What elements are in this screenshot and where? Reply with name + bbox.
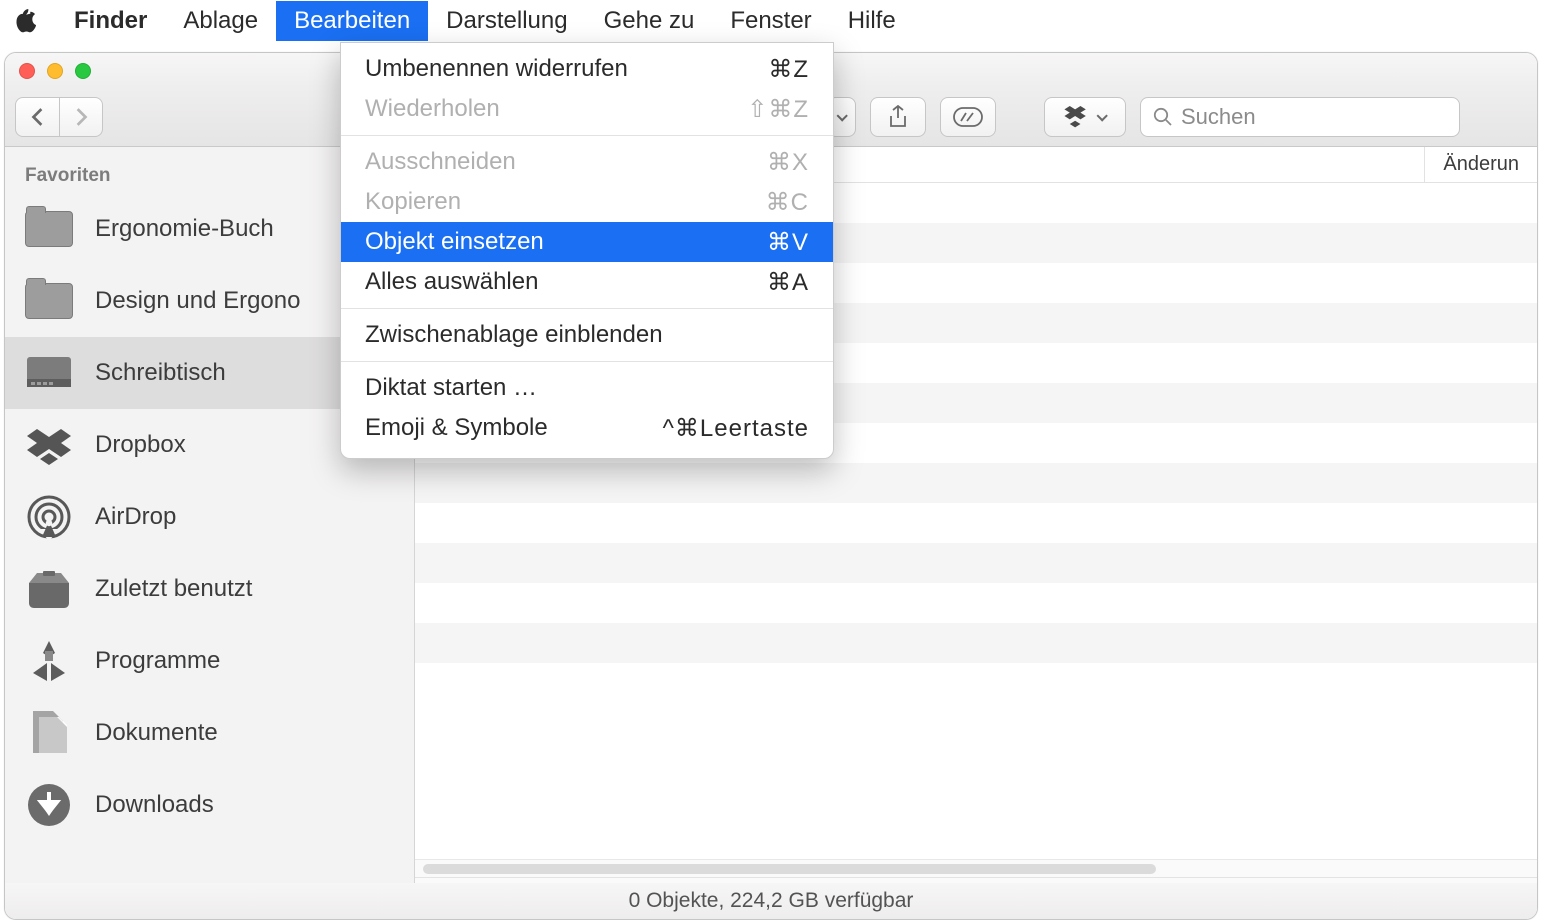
sidebar-item-label: Downloads bbox=[95, 791, 214, 819]
menu-item-label: Zwischenablage einblenden bbox=[365, 321, 809, 349]
menu-item: Wiederholen⇧⌘Z bbox=[341, 89, 833, 129]
window-controls bbox=[19, 61, 91, 79]
menu-item: Kopieren⌘C bbox=[341, 182, 833, 222]
sidebar-item[interactable]: Dokumente bbox=[5, 697, 414, 769]
menu-item: Ausschneiden⌘X bbox=[341, 142, 833, 182]
sidebar-item-label: Dropbox bbox=[95, 431, 186, 459]
minimize-button[interactable] bbox=[47, 63, 63, 79]
sidebar-item-label: Programme bbox=[95, 647, 220, 675]
menu-item-label: Objekt einsetzen bbox=[365, 228, 767, 256]
sidebar-item-label: Ergonomie-Buch bbox=[95, 215, 274, 243]
chevron-down-icon bbox=[1096, 111, 1108, 123]
sidebar-item-label: Design und Ergono bbox=[95, 287, 300, 315]
menu-view[interactable]: Darstellung bbox=[428, 1, 585, 41]
menu-item[interactable]: Objekt einsetzen⌘V bbox=[341, 222, 833, 262]
menu-item[interactable]: Diktat starten … bbox=[341, 368, 833, 408]
sidebar-item[interactable]: Programme bbox=[5, 625, 414, 697]
sidebar-item-label: Zuletzt benutzt bbox=[95, 575, 252, 603]
desktop-icon bbox=[23, 347, 75, 399]
menu-item-label: Ausschneiden bbox=[365, 148, 767, 176]
menu-item-shortcut: ⌘A bbox=[767, 268, 809, 297]
menu-file[interactable]: Ablage bbox=[165, 1, 276, 41]
downloads-icon bbox=[23, 779, 75, 831]
menu-item-shortcut: ⌘X bbox=[767, 148, 809, 177]
menu-item[interactable]: Zwischenablage einblenden bbox=[341, 315, 833, 355]
menu-separator bbox=[341, 135, 833, 136]
sidebar-item-label: Schreibtisch bbox=[95, 359, 226, 387]
airdrop-icon bbox=[23, 491, 75, 543]
menu-app-name[interactable]: Finder bbox=[56, 1, 165, 41]
forward-button[interactable] bbox=[59, 97, 103, 137]
edit-menu-dropdown: Umbenennen widerrufen⌘ZWiederholen⇧⌘ZAus… bbox=[340, 42, 834, 459]
menu-help[interactable]: Hilfe bbox=[830, 1, 914, 41]
menu-bar: Finder Ablage Bearbeiten Darstellung Geh… bbox=[0, 0, 1542, 42]
folder-icon bbox=[23, 275, 75, 327]
sidebar-item[interactable]: AirDrop bbox=[5, 481, 414, 553]
menu-separator bbox=[341, 308, 833, 309]
menu-item-label: Diktat starten … bbox=[365, 374, 809, 402]
menu-item-label: Kopieren bbox=[365, 188, 766, 216]
sidebar-item-label: AirDrop bbox=[95, 503, 176, 531]
search-placeholder: Suchen bbox=[1181, 104, 1256, 130]
share-button[interactable] bbox=[870, 97, 926, 137]
menu-item-shortcut: ⌘V bbox=[767, 228, 809, 257]
apple-menu-icon[interactable] bbox=[14, 10, 36, 32]
sidebar-item[interactable]: Downloads bbox=[5, 769, 414, 841]
dropbox-icon bbox=[23, 419, 75, 471]
nav-buttons bbox=[15, 97, 103, 137]
menu-item-label: Emoji & Symbole bbox=[365, 414, 663, 442]
dropbox-toolbar-button[interactable] bbox=[1044, 97, 1126, 137]
status-text: 0 Objekte, 224,2 GB verfügbar bbox=[629, 889, 914, 913]
chevron-down-icon bbox=[836, 111, 848, 123]
menu-go[interactable]: Gehe zu bbox=[586, 1, 713, 41]
zoom-button[interactable] bbox=[75, 63, 91, 79]
menu-item[interactable]: Emoji & Symbole^⌘Leertaste bbox=[341, 408, 833, 448]
menu-item-label: Umbenennen widerrufen bbox=[365, 55, 768, 83]
horizontal-scrollbar[interactable] bbox=[415, 859, 1537, 877]
tags-button[interactable] bbox=[940, 97, 996, 137]
back-button[interactable] bbox=[15, 97, 59, 137]
menu-edit[interactable]: Bearbeiten bbox=[276, 1, 428, 41]
apps-icon bbox=[23, 635, 75, 687]
menu-window[interactable]: Fenster bbox=[712, 1, 829, 41]
menu-separator bbox=[341, 361, 833, 362]
search-icon bbox=[1153, 107, 1173, 127]
menu-item[interactable]: Alles auswählen⌘A bbox=[341, 262, 833, 302]
menu-item-shortcut: ⇧⌘Z bbox=[747, 95, 809, 124]
close-button[interactable] bbox=[19, 63, 35, 79]
documents-icon bbox=[23, 707, 75, 759]
menu-item-shortcut: ⌘Z bbox=[768, 55, 809, 84]
menu-item-shortcut: ^⌘Leertaste bbox=[663, 414, 809, 443]
menu-item[interactable]: Umbenennen widerrufen⌘Z bbox=[341, 49, 833, 89]
dropbox-icon bbox=[1064, 106, 1090, 128]
sidebar-item[interactable]: Zuletzt benutzt bbox=[5, 553, 414, 625]
status-bar: 0 Objekte, 224,2 GB verfügbar bbox=[5, 883, 1537, 919]
column-modified[interactable]: Änderun bbox=[1424, 147, 1519, 182]
menu-item-label: Wiederholen bbox=[365, 95, 747, 123]
menu-item-shortcut: ⌘C bbox=[766, 188, 809, 217]
folder-icon bbox=[23, 203, 75, 255]
recents-icon bbox=[23, 563, 75, 615]
menu-item-label: Alles auswählen bbox=[365, 268, 767, 296]
sidebar-item-label: Dokumente bbox=[95, 719, 218, 747]
search-field[interactable]: Suchen bbox=[1140, 97, 1460, 137]
